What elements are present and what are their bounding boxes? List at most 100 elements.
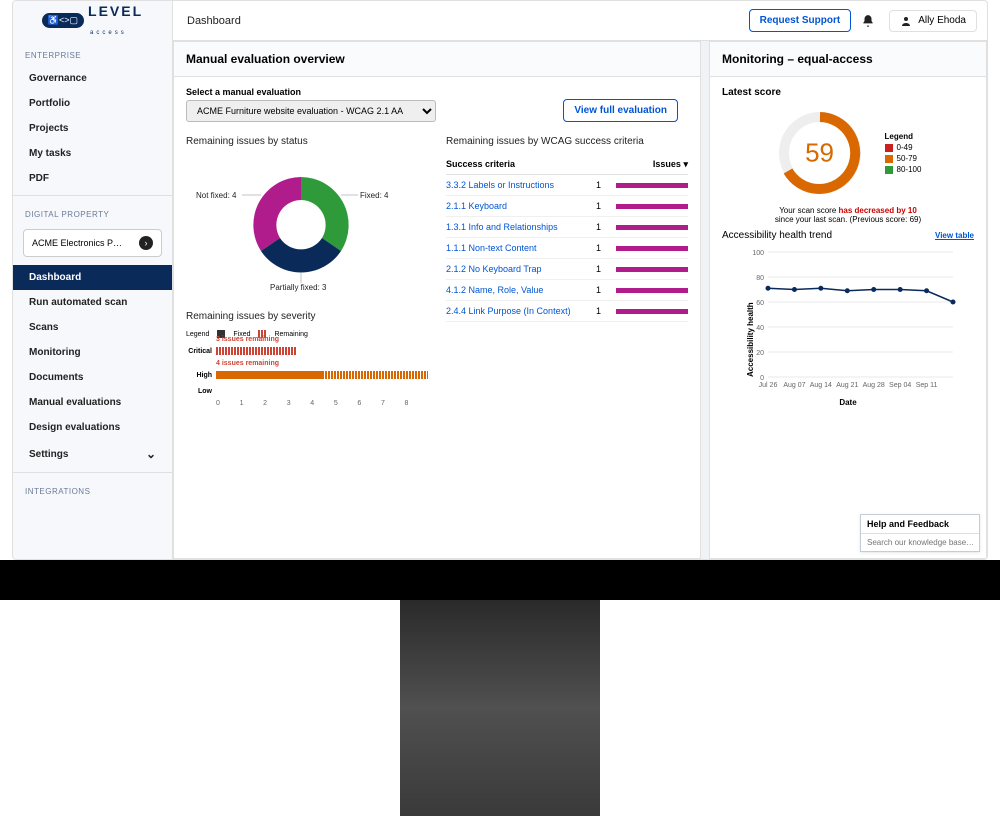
wcag-link[interactable]: 4.1.2 Name, Role, Value xyxy=(446,285,596,295)
wcag-link[interactable]: 1.1.1 Non-text Content xyxy=(446,243,596,253)
donut-label-fixed: Fixed: 4 xyxy=(360,191,388,200)
svg-text:20: 20 xyxy=(756,350,764,357)
logo-subtext: access xyxy=(90,30,127,36)
wcag-count: 1 xyxy=(596,306,616,316)
sidebar-item-documents[interactable]: Documents xyxy=(13,365,172,390)
status-section-title: Remaining issues by status xyxy=(186,136,428,147)
sidebar-item-pdf[interactable]: PDF xyxy=(13,166,172,191)
severity-section-title: Remaining issues by severity xyxy=(186,311,428,322)
sidebar-item-settings[interactable]: Settings⌄ xyxy=(13,440,172,468)
sidebar-item-my-tasks[interactable]: My tasks xyxy=(13,141,172,166)
property-selector[interactable]: ACME Electronics P… › xyxy=(23,229,162,257)
request-support-button[interactable]: Request Support xyxy=(749,9,852,32)
sidebar-item-governance[interactable]: Governance xyxy=(13,66,172,91)
accessibility-icon: ♿<>▢ xyxy=(42,13,84,28)
status-donut-chart: Fixed: 4 Not fixed: 4 Partially fixed: 3 xyxy=(186,155,416,305)
wcag-bar xyxy=(616,225,688,230)
wcag-header-issues[interactable]: Issues xyxy=(653,159,681,169)
sidebar-item-portfolio[interactable]: Portfolio xyxy=(13,91,172,116)
chevron-down-icon: ⌄ xyxy=(146,447,156,461)
wcag-bar xyxy=(616,309,688,314)
wcag-link[interactable]: 2.4.4 Link Purpose (In Context) xyxy=(446,306,596,316)
view-full-evaluation-button[interactable]: View full evaluation xyxy=(563,99,678,122)
sort-desc-icon: ▾ xyxy=(683,159,688,169)
svg-text:Aug 21: Aug 21 xyxy=(836,382,858,389)
wcag-count: 1 xyxy=(596,285,616,295)
sidebar-heading-enterprise: ENTERPRISE xyxy=(13,41,172,66)
svg-text:Jul 26: Jul 26 xyxy=(759,382,778,389)
wcag-row: 2.1.2 No Keyboard Trap1 xyxy=(446,259,688,280)
wcag-count: 1 xyxy=(596,180,616,190)
property-selected-label: ACME Electronics P… xyxy=(32,238,122,248)
svg-text:60: 60 xyxy=(756,300,764,307)
wcag-link[interactable]: 2.1.2 No Keyboard Trap xyxy=(446,264,596,274)
help-title: Help and Feedback xyxy=(861,515,979,534)
sidebar-item-projects[interactable]: Projects xyxy=(13,116,172,141)
wcag-header-sc: Success criteria xyxy=(446,159,515,170)
donut-label-notfixed: Not fixed: 4 xyxy=(196,191,236,200)
svg-text:Aug 07: Aug 07 xyxy=(783,382,805,389)
wcag-link[interactable]: 1.3.1 Info and Relationships xyxy=(446,222,596,232)
wcag-row: 1.1.1 Non-text Content1 xyxy=(446,238,688,259)
manual-evaluation-panel: Manual evaluation overview Select a manu… xyxy=(173,41,701,559)
trend-line-chart: Accessibility health 020406080100Jul 26A… xyxy=(738,247,958,402)
svg-text:Sep 11: Sep 11 xyxy=(916,382,938,389)
wcag-bar xyxy=(616,246,688,251)
sidebar: ENTERPRISE GovernancePortfolioProjectsMy… xyxy=(13,41,173,559)
sidebar-item-monitoring[interactable]: Monitoring xyxy=(13,340,172,365)
monitoring-panel: Monitoring – equal-access Latest score 5… xyxy=(709,41,987,559)
sidebar-item-scans[interactable]: Scans xyxy=(13,315,172,340)
wcag-count: 1 xyxy=(596,264,616,274)
help-feedback-widget[interactable]: Help and Feedback xyxy=(860,514,980,552)
sidebar-item-dashboard[interactable]: Dashboard xyxy=(13,265,172,290)
svg-text:Sep 04: Sep 04 xyxy=(889,382,911,389)
severity-critical-label: Critical xyxy=(186,348,216,355)
wcag-row: 1.3.1 Info and Relationships1 xyxy=(446,217,688,238)
view-table-link[interactable]: View table xyxy=(935,231,974,240)
help-search-input[interactable] xyxy=(861,534,979,551)
wcag-count: 1 xyxy=(596,243,616,253)
manual-panel-title: Manual evaluation overview xyxy=(174,42,700,77)
wcag-row: 2.1.1 Keyboard1 xyxy=(446,196,688,217)
score-gauge: 59 xyxy=(775,108,865,198)
wcag-link[interactable]: 3.3.2 Labels or Instructions xyxy=(446,180,596,190)
evaluation-select[interactable]: ACME Furniture website evaluation - WCAG… xyxy=(186,100,436,122)
chevron-right-icon: › xyxy=(139,236,153,250)
breadcrumb: Dashboard xyxy=(187,15,241,27)
wcag-count: 1 xyxy=(596,222,616,232)
brand-logo: ♿<>▢ LEVEL access xyxy=(13,1,173,41)
trend-title: Accessibility health trend xyxy=(722,230,832,241)
svg-text:80: 80 xyxy=(756,275,764,282)
svg-text:Aug 28: Aug 28 xyxy=(863,382,885,389)
svg-text:0: 0 xyxy=(760,375,764,382)
score-value: 59 xyxy=(805,138,834,169)
severity-critical-count: 3 issues remaining xyxy=(216,336,279,343)
score-legend: Legend 0-49 50-79 80-100 xyxy=(885,130,922,176)
user-name: Ally Ehoda xyxy=(918,15,966,26)
sidebar-heading-property: DIGITAL PROPERTY xyxy=(13,200,172,225)
svg-text:40: 40 xyxy=(756,325,764,332)
severity-low-label: Low xyxy=(186,388,216,395)
svg-text:100: 100 xyxy=(752,250,764,257)
sidebar-item-run-automated-scan[interactable]: Run automated scan xyxy=(13,290,172,315)
wcag-bar xyxy=(616,288,688,293)
bell-icon[interactable] xyxy=(861,14,875,28)
logo-text: LEVEL xyxy=(88,3,143,19)
monitoring-panel-title: Monitoring – equal-access xyxy=(710,42,986,77)
wcag-section-title: Remaining issues by WCAG success criteri… xyxy=(446,136,688,147)
wcag-bar xyxy=(616,204,688,209)
severity-high-count: 4 issues remaining xyxy=(216,360,279,367)
wcag-row: 4.1.2 Name, Role, Value1 xyxy=(446,280,688,301)
severity-high-label: High xyxy=(186,372,216,379)
user-icon xyxy=(900,15,912,27)
wcag-link[interactable]: 2.1.1 Keyboard xyxy=(446,201,596,211)
sidebar-item-design-evaluations[interactable]: Design evaluations xyxy=(13,415,172,440)
score-change-message: Your scan score has decreased by 10 sinc… xyxy=(722,206,974,224)
wcag-row: 2.4.4 Link Purpose (In Context)1 xyxy=(446,301,688,322)
wcag-bar xyxy=(616,183,688,188)
sidebar-item-manual-evaluations[interactable]: Manual evaluations xyxy=(13,390,172,415)
wcag-row: 3.3.2 Labels or Instructions1 xyxy=(446,175,688,196)
wcag-count: 1 xyxy=(596,201,616,211)
user-menu[interactable]: Ally Ehoda xyxy=(889,10,977,32)
sidebar-heading-integrations: INTEGRATIONS xyxy=(13,477,172,502)
